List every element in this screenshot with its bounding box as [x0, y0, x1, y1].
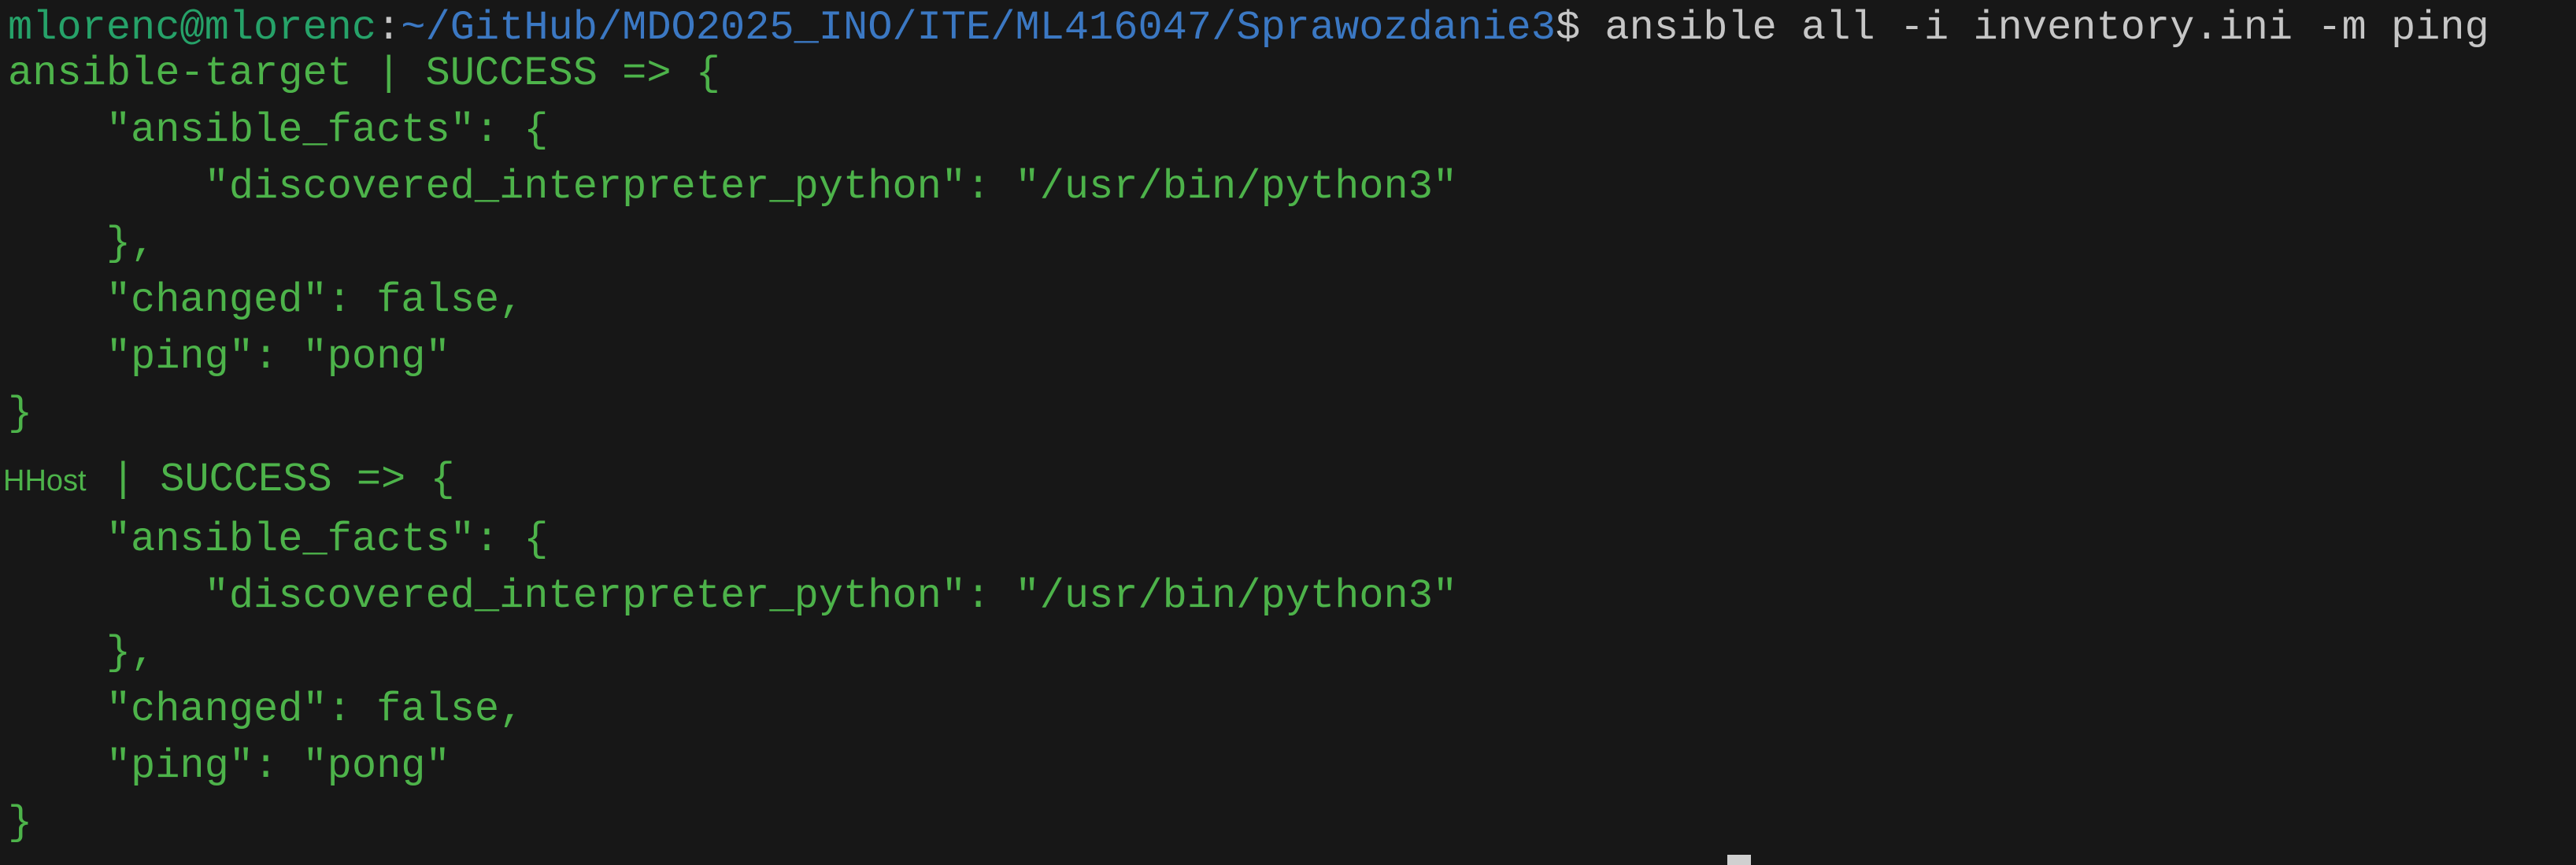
prompt-separator: :	[376, 5, 402, 51]
result-line: },	[8, 630, 156, 676]
result-header: HHost | SUCCESS => {	[3, 452, 455, 508]
result-status: | SUCCESS => {	[110, 457, 455, 503]
result-line: "changed": false,	[8, 277, 524, 323]
result-line: "ping": "pong"	[8, 743, 450, 789]
prompt-symbol: $	[1555, 5, 1581, 51]
result-line: }	[8, 800, 33, 846]
terminal-window[interactable]: mlorenc@mlorenc:~/GitHub/MDO2025_INO/ITE…	[0, 0, 2576, 865]
terminal-cursor	[1727, 855, 1751, 865]
result-status: | SUCCESS => {	[376, 50, 720, 97]
prompt-userhost: mlorenc@mlorenc	[8, 5, 377, 51]
result-host: ansible-target	[8, 50, 352, 97]
result-line: "ping": "pong"	[8, 334, 450, 380]
result-header: ansible-target | SUCCESS => {	[8, 46, 720, 102]
result-line: "changed": false,	[8, 686, 524, 733]
result-line: "ansible_facts": {	[8, 107, 549, 153]
command-text: ansible all -i inventory.ini -m ping	[1604, 5, 2489, 51]
prompt-path: ~/GitHub/MDO2025_INO/ITE/ML416047/Sprawo…	[401, 5, 1556, 51]
result-line: "ansible_facts": {	[8, 516, 549, 563]
result-line: }	[8, 390, 33, 437]
result-line: "discovered_interpreter_python": "/usr/b…	[8, 164, 1458, 210]
result-line: },	[8, 220, 156, 267]
result-host: HHost	[3, 464, 87, 497]
result-line: "discovered_interpreter_python": "/usr/b…	[8, 573, 1458, 619]
